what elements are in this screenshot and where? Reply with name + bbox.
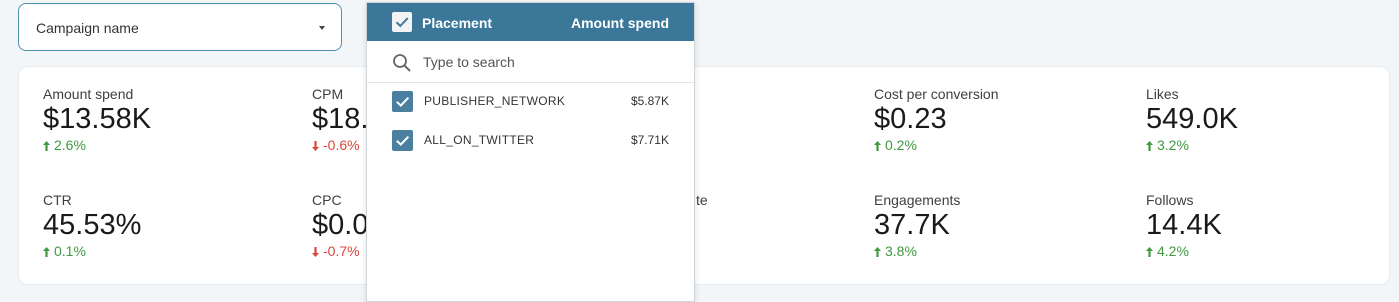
metric-delta: 0.2%	[874, 137, 999, 153]
metric-delta-value: 3.2%	[1157, 137, 1189, 153]
metric-likes: Likes 549.0K 3.2%	[1146, 86, 1238, 153]
metric-value: 37.7K	[874, 209, 950, 241]
metric-label: Amount spend	[43, 86, 134, 102]
metric-delta-value: 3.8%	[885, 243, 917, 259]
checkbox-checked-icon	[395, 17, 409, 28]
option-amount: $7.71K	[630, 133, 669, 147]
checkbox-checked-icon	[396, 135, 410, 147]
metric-label: CTR	[43, 192, 72, 208]
search-icon	[393, 54, 411, 72]
chevron-down-icon	[319, 26, 325, 30]
arrow-up-icon	[1146, 141, 1153, 151]
checkbox-checked-icon	[396, 96, 410, 108]
arrow-up-icon	[43, 247, 50, 257]
select-all-checkbox[interactable]	[392, 12, 412, 32]
metric-engagement-rate-partial: te	[696, 192, 708, 208]
option-name: ALL_ON_TWITTER	[424, 133, 535, 147]
placement-search	[367, 41, 694, 83]
metric-label: CPM	[312, 86, 344, 102]
option-amount: $5.87K	[630, 94, 669, 108]
metric-follows: Follows 14.4K 4.2%	[1146, 192, 1222, 259]
metric-delta: -0.7%	[312, 243, 368, 259]
metric-label: CPC	[312, 192, 342, 208]
metric-delta-value: 0.2%	[885, 137, 917, 153]
placement-option-all-on-twitter[interactable]: ALL_ON_TWITTER $7.71K	[367, 121, 694, 159]
metric-value: $0.0	[312, 209, 369, 241]
metric-value: 45.53%	[43, 209, 142, 241]
metric-delta: 0.1%	[43, 243, 141, 259]
metrics-card: Amount spend $13.58K 2.6% CPM $18. -0.6%…	[18, 66, 1390, 285]
metric-delta: 2.6%	[43, 137, 151, 153]
metric-cpc: CPC $0.0 -0.7%	[312, 192, 368, 259]
arrow-up-icon	[1146, 247, 1153, 257]
metric-delta: 3.2%	[1146, 137, 1238, 153]
placement-search-input[interactable]	[423, 51, 663, 73]
option-checkbox[interactable]	[392, 91, 413, 112]
arrow-up-icon	[874, 247, 881, 257]
arrow-down-icon	[312, 141, 319, 151]
placement-column-header[interactable]: Placement	[422, 15, 492, 31]
metric-delta: 4.2%	[1146, 243, 1222, 259]
metric-amount-spend: Amount spend $13.58K 2.6%	[43, 86, 151, 153]
metric-delta: 3.8%	[874, 243, 960, 259]
metric-delta-value: 4.2%	[1157, 243, 1189, 259]
metric-delta: -0.6%	[312, 137, 368, 153]
metric-delta-value: 2.6%	[54, 137, 86, 153]
metric-value: 549.0K	[1146, 103, 1238, 135]
arrow-up-icon	[43, 141, 50, 151]
metric-ctr: CTR 45.53% 0.1%	[43, 192, 141, 259]
metric-cost-per-conversion: Cost per conversion $0.23 0.2%	[874, 86, 999, 153]
placement-option-publisher-network[interactable]: PUBLISHER_NETWORK $5.87K	[367, 82, 694, 120]
placement-header: Placement Amount spend	[367, 3, 694, 41]
metric-label: Likes	[1146, 86, 1179, 102]
metric-label: Follows	[1146, 192, 1194, 208]
arrow-down-icon	[312, 247, 319, 257]
metric-value: $0.23	[874, 103, 947, 135]
metric-label: Engagements	[874, 192, 961, 208]
metric-value: $18.	[312, 103, 369, 135]
campaign-name-dropdown[interactable]: Campaign name	[18, 3, 342, 51]
campaign-name-label: Campaign name	[36, 20, 139, 36]
metric-delta-value: -0.6%	[323, 137, 360, 153]
metric-value: 14.4K	[1146, 209, 1222, 241]
metric-engagements: Engagements 37.7K 3.8%	[874, 192, 960, 259]
amount-spend-column-header[interactable]: Amount spend	[571, 15, 669, 31]
metric-delta-value: 0.1%	[54, 243, 86, 259]
metric-delta-value: -0.7%	[323, 243, 360, 259]
metric-cpm: CPM $18. -0.6%	[312, 86, 368, 153]
option-name: PUBLISHER_NETWORK	[424, 94, 566, 108]
metric-value: $13.58K	[43, 103, 152, 135]
metric-label: te	[696, 192, 708, 208]
option-checkbox[interactable]	[392, 130, 413, 151]
arrow-up-icon	[874, 141, 881, 151]
metric-label: Cost per conversion	[874, 86, 999, 102]
placement-dropdown-panel: Placement Amount spend PUBLISHER_NETWORK…	[366, 2, 695, 302]
